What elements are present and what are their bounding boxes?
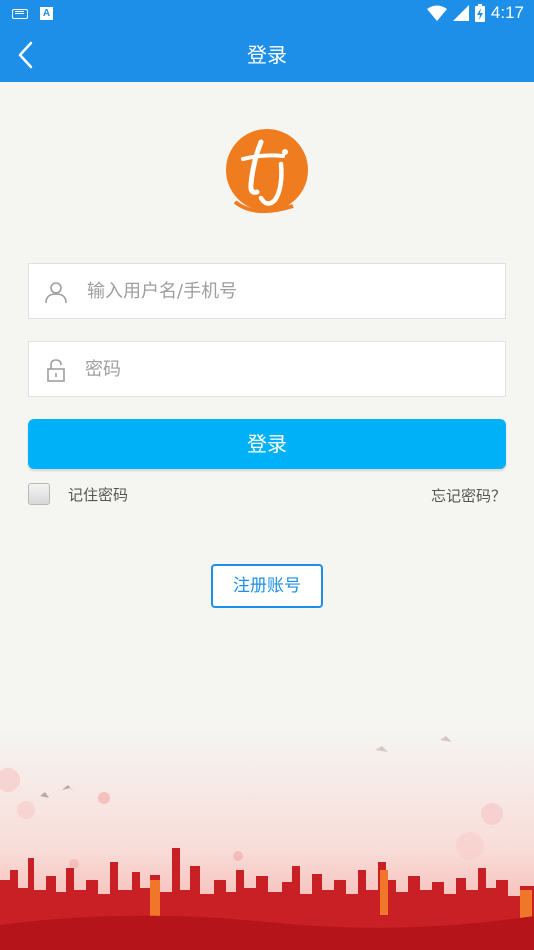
- page-title: 登录: [247, 43, 287, 67]
- tj-logo: [226, 129, 308, 214]
- wifi-icon: [426, 5, 447, 21]
- username-field[interactable]: 输入用户名/手机号: [28, 263, 506, 319]
- status-indicators: 4:17: [426, 3, 524, 23]
- lock-icon: [47, 359, 65, 382]
- status-bar: A 4:17: [0, 0, 534, 28]
- register-button[interactable]: 注册账号: [211, 564, 323, 608]
- forgot-password-link[interactable]: 忘记密码？: [431, 485, 506, 506]
- remember-password-checkbox[interactable]: 记住密码: [28, 483, 128, 505]
- keyboard-icon: [12, 9, 28, 19]
- login-button[interactable]: 登录: [28, 419, 506, 469]
- password-placeholder: 密码: [85, 359, 121, 380]
- app-notification-icon: A: [40, 7, 53, 20]
- username-placeholder: 输入用户名/手机号: [87, 281, 238, 302]
- battery-icon: [474, 4, 485, 22]
- user-icon: [45, 282, 67, 304]
- status-time: 4:17: [490, 3, 524, 22]
- remember-password-label: 记住密码: [68, 485, 129, 504]
- signal-icon: [452, 5, 469, 21]
- app-bar: 登录: [0, 28, 534, 82]
- password-field[interactable]: 密码: [28, 341, 506, 397]
- city-skyline-decoration: [0, 730, 534, 950]
- checkbox-box[interactable]: [28, 483, 50, 505]
